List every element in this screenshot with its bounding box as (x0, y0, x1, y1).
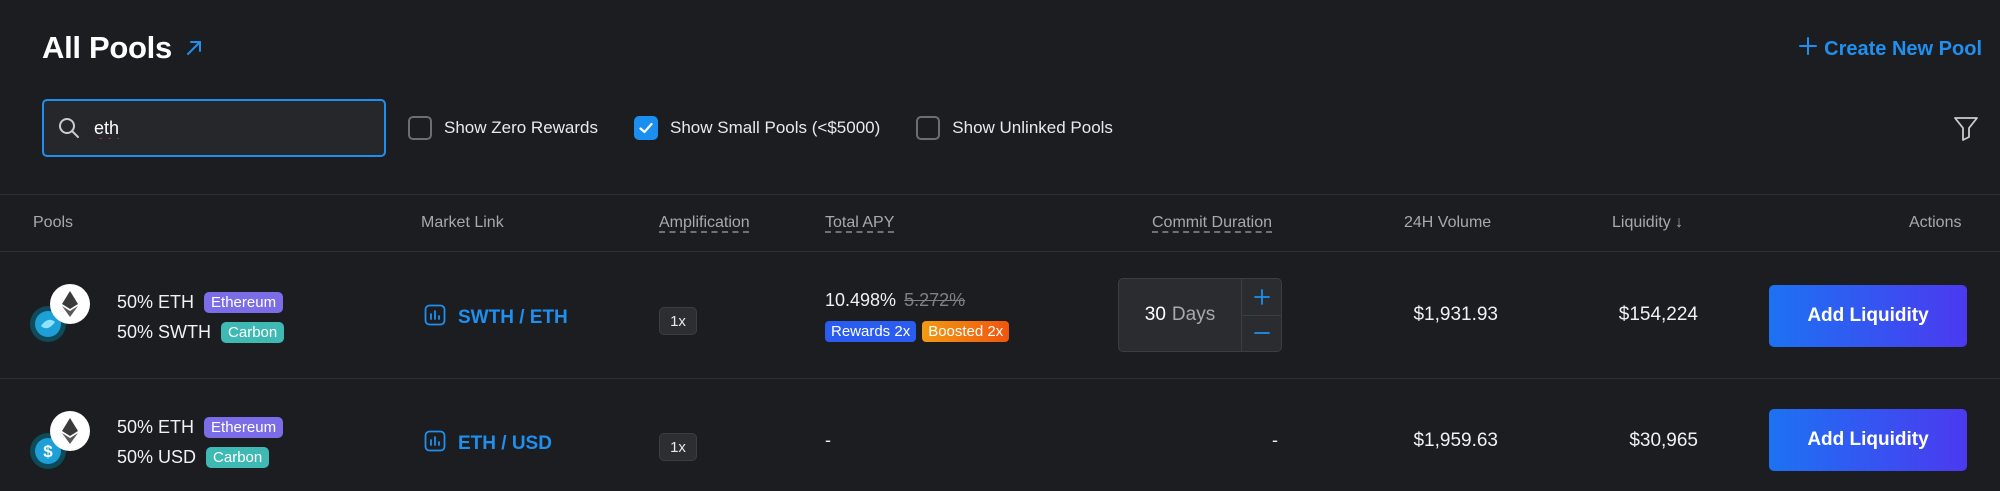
page-title: All Pools (42, 30, 172, 65)
apy-value: 10.498% (825, 290, 897, 310)
pool-token-b: 50% USD Carbon (117, 447, 270, 468)
volume-24h: $1,959.63 (1413, 430, 1498, 451)
col-actions: Actions (1909, 214, 1962, 231)
chart-icon (424, 304, 446, 332)
col-pools: Pools (33, 214, 74, 231)
create-new-pool-button[interactable]: Create New Pool (1798, 36, 1982, 62)
pool-token-a: 50% ETH Ethereum (117, 292, 284, 313)
filter-icon[interactable] (1952, 114, 1980, 142)
token-a-label: 50% ETH (117, 417, 195, 437)
search-icon (58, 117, 80, 139)
commit-days-number: 30 (1144, 304, 1166, 325)
checkbox-unchecked[interactable] (408, 116, 432, 140)
liquidity-value: $30,965 (1629, 430, 1698, 451)
checkbox-unchecked[interactable] (916, 116, 941, 140)
col-market-link: Market Link (421, 214, 504, 231)
volume-24h: $1,931.93 (1413, 304, 1498, 325)
chart-icon (424, 430, 446, 458)
chain-tag: Ethereum (204, 292, 284, 313)
commit-duration-value: - (1272, 430, 1278, 450)
col-amplification[interactable]: Amplification (659, 214, 750, 232)
pools-page: All Pools Create New Pool Show Zero Rewa… (0, 0, 2000, 491)
token-a-label: 50% ETH (117, 292, 195, 312)
checkbox-checked[interactable] (634, 116, 659, 140)
boosted-badge: Boosted 2x (922, 321, 1010, 342)
apy-previous: 5.272% (904, 290, 966, 310)
search-box[interactable] (42, 99, 386, 157)
divider (0, 194, 2000, 195)
show-unlinked-pools-checkbox[interactable]: Show Unlinked Pools (916, 116, 1113, 140)
pool-token-icons: $ (30, 411, 90, 471)
show-small-pools-checkbox[interactable]: Show Small Pools (<$5000) (634, 116, 880, 140)
checkbox-label: Show Unlinked Pools (952, 118, 1113, 137)
col-total-apy[interactable]: Total APY (825, 214, 894, 232)
ethereum-icon (50, 411, 90, 451)
checkbox-label: Show Small Pools (<$5000) (670, 118, 881, 137)
plus-icon (1253, 288, 1270, 305)
market-label: SWTH / ETH (458, 307, 568, 328)
token-b-label: 50% USD (117, 447, 197, 467)
minus-icon (1253, 332, 1270, 335)
create-new-pool-label: Create New Pool (1824, 37, 1982, 60)
pool-token-b: 50% SWTH Carbon (117, 322, 285, 343)
commit-days-unit: Days (1171, 304, 1216, 325)
decrement-button[interactable] (1242, 314, 1281, 352)
market-link[interactable]: ETH / USD (424, 430, 552, 458)
pool-token-a: 50% ETH Ethereum (117, 417, 284, 438)
commit-duration-value[interactable]: 30 Days (1119, 279, 1241, 351)
table-row: $ 50% ETH Ethereum 50% USD Carbon ETH / … (0, 379, 2000, 491)
amplification-value: 1x (659, 307, 697, 335)
liquidity-value: $154,224 (1618, 304, 1698, 325)
checkbox-label: Show Zero Rewards (444, 118, 599, 137)
add-liquidity-button[interactable]: Add Liquidity (1769, 285, 1967, 347)
commit-duration-stepper[interactable]: 30 Days (1118, 278, 1282, 352)
token-b-label: 50% SWTH (117, 322, 212, 342)
chain-tag: Ethereum (204, 417, 284, 438)
search-input[interactable] (94, 117, 354, 139)
apy-badges: Rewards 2x Boosted 2x (825, 321, 1010, 342)
title-row: All Pools (42, 30, 204, 66)
table-row: 50% ETH Ethereum 50% SWTH Carbon SWTH / … (0, 252, 2000, 376)
plus-icon (1798, 36, 1818, 62)
total-apy: 10.498% 5.272% (825, 290, 965, 311)
amplification-value: 1x (659, 433, 697, 461)
stepper-controls (1241, 279, 1281, 351)
chain-tag: Carbon (221, 322, 285, 343)
col-commit-duration[interactable]: Commit Duration (1152, 214, 1272, 232)
rewards-badge: Rewards 2x (825, 321, 917, 342)
pool-token-icons (30, 284, 90, 344)
market-link[interactable]: SWTH / ETH (424, 304, 568, 332)
total-apy: - (825, 430, 831, 450)
check-icon (639, 122, 653, 134)
show-zero-rewards-checkbox[interactable]: Show Zero Rewards (408, 116, 598, 140)
ethereum-icon (50, 284, 90, 324)
filter-checkboxes: Show Zero Rewards Show Small Pools (<$50… (408, 116, 1149, 140)
add-liquidity-button[interactable]: Add Liquidity (1769, 409, 1967, 471)
external-link-icon[interactable] (184, 38, 204, 58)
market-label: ETH / USD (458, 433, 552, 454)
increment-button[interactable] (1242, 279, 1281, 315)
col-liquidity[interactable]: Liquidity ↓ (1612, 214, 1683, 232)
chain-tag: Carbon (206, 447, 270, 468)
col-24h-volume: 24H Volume (1404, 214, 1492, 231)
